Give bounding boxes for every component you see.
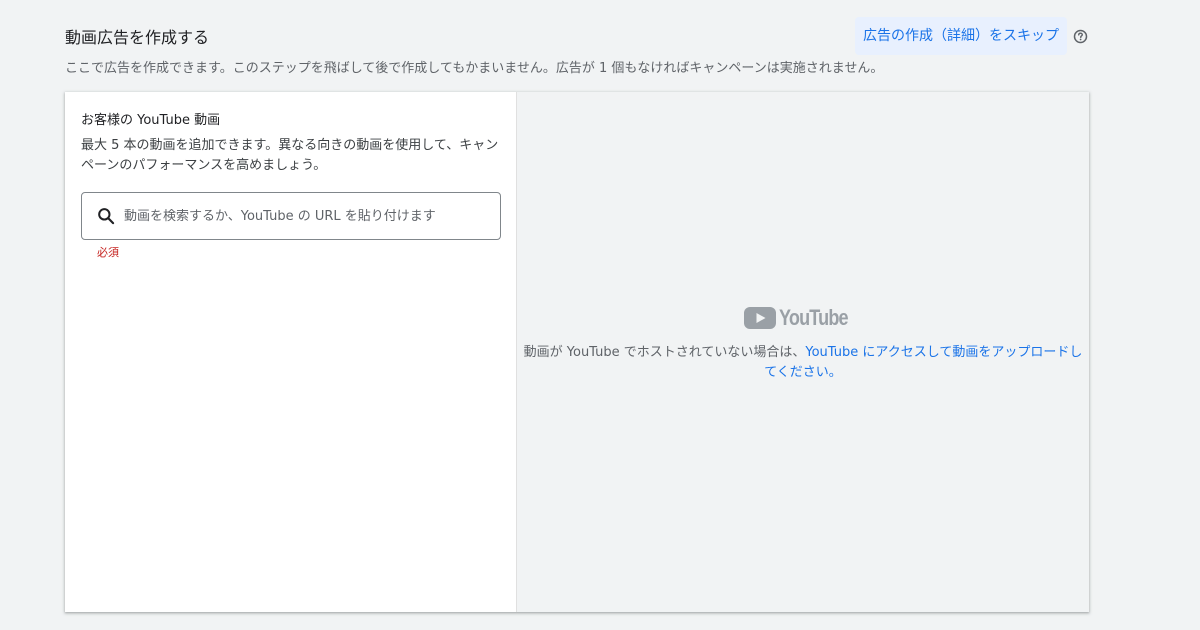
youtube-preview-panel: YouTube 動画が YouTube でホストされていない場合は、YouTub…	[517, 92, 1089, 612]
youtube-upload-link[interactable]: YouTube にアクセスして動画をアップロードしてください。	[764, 345, 1082, 380]
panel-description: 最大 5 本の動画を追加できます。異なる向きの動画を使用して、キャンペーンのパフ…	[81, 138, 499, 173]
youtube-wordmark: YouTube	[778, 305, 849, 330]
page-title: 動画広告を作成する	[65, 28, 210, 47]
search-icon	[98, 208, 115, 225]
video-search-field[interactable]	[81, 192, 501, 240]
help-circle-icon[interactable]	[1073, 29, 1088, 44]
page-description: ここで広告を作成できます。このステップを飛ばして後で作成してもかまいません。広告…	[65, 61, 884, 76]
video-search-input[interactable]	[124, 208, 494, 224]
page: 動画広告を作成する 広告の作成（詳細）をスキップ ここで広告を作成できます。この…	[0, 0, 1200, 630]
panel-title: お客様の YouTube 動画	[81, 113, 221, 128]
skip-ad-creation-button[interactable]: 広告の作成（詳細）をスキップ	[855, 17, 1067, 55]
upload-instructions: 動画が YouTube でホストされていない場合は、YouTube にアクセスし…	[520, 343, 1086, 383]
video-ad-card: お客様の YouTube 動画 最大 5 本の動画を追加できます。異なる向きの動…	[65, 92, 1089, 612]
youtube-video-panel: お客様の YouTube 動画 最大 5 本の動画を追加できます。異なる向きの動…	[65, 92, 517, 612]
upload-instructions-text: 動画が YouTube でホストされていない場合は、	[523, 345, 806, 360]
youtube-play-icon	[743, 307, 776, 329]
required-label: 必須	[97, 246, 119, 259]
youtube-logo: YouTube	[743, 305, 863, 331]
